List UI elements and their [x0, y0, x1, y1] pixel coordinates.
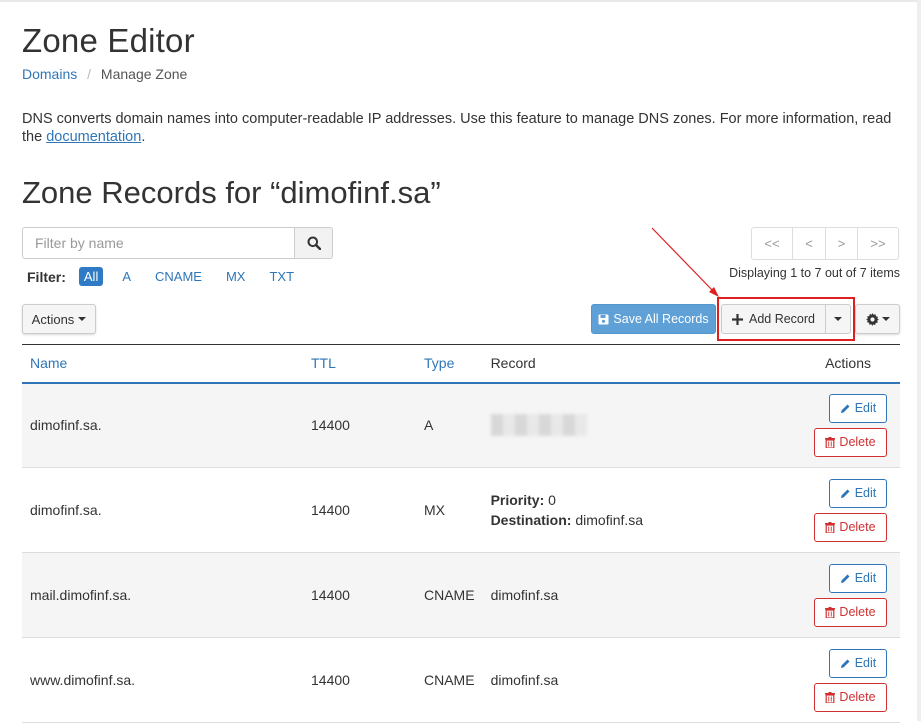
edit-button[interactable]: Edit: [829, 393, 887, 423]
column-header-name[interactable]: Name: [22, 344, 303, 384]
gear-icon: [865, 312, 879, 326]
redacted-ip: [490, 414, 587, 437]
priority-value: 0: [548, 492, 556, 508]
highlight-box: [717, 297, 855, 341]
column-header-type[interactable]: Type: [416, 344, 483, 384]
table-row: www.dimofinf.sa. 14400 CNAME dimofinf.sa…: [22, 637, 900, 723]
record-value: Priority: 0 Destination: dimofinf.sa: [482, 467, 801, 553]
actions-label: Actions: [31, 311, 75, 327]
top-border: [0, 0, 921, 2]
prev-page-button[interactable]: <: [792, 227, 826, 260]
delete-label: Delete: [839, 435, 876, 450]
scrollbar-track[interactable]: [917, 0, 921, 721]
record-type: CNAME: [416, 552, 483, 638]
delete-label: Delete: [839, 690, 876, 704]
table-row: dimofinf.sa. 14400 MX Priority: 0 Destin…: [22, 467, 900, 553]
edit-button[interactable]: Edit: [829, 478, 887, 508]
displaying-count: Displaying 1 to 7 out of 7 items: [729, 266, 900, 280]
edit-label: Edit: [854, 571, 877, 585]
record-value: dimofinf.sa: [482, 552, 801, 638]
record-value: [482, 382, 801, 468]
table-row: dimofinf.sa. 14400 A Edit Delete: [22, 382, 900, 468]
record-ttl: 14400: [303, 552, 416, 638]
record-name: mail.dimofinf.sa.: [22, 552, 303, 638]
page-title: Zone Editor: [22, 22, 195, 59]
record-name: www.dimofinf.sa.: [22, 637, 303, 723]
edit-button[interactable]: Edit: [829, 648, 887, 678]
delete-button[interactable]: Delete: [814, 427, 887, 457]
column-header-record: Record: [482, 344, 801, 384]
caret-down-icon: [78, 317, 87, 321]
search-group: [22, 227, 333, 259]
edit-button[interactable]: Edit: [829, 563, 887, 593]
next-page-button[interactable]: >: [825, 227, 858, 260]
record-ttl: 14400: [303, 467, 416, 553]
edit-label: Edit: [854, 401, 877, 416]
pencil-icon: [840, 404, 850, 413]
first-page-button[interactable]: <<: [751, 227, 793, 260]
delete-label: Delete: [839, 520, 876, 534]
delete-button[interactable]: Delete: [814, 597, 887, 627]
filter-txt[interactable]: TXT: [264, 267, 299, 286]
search-button[interactable]: [294, 227, 333, 259]
table-header-row: Name TTL Type Record Actions: [22, 344, 900, 384]
trash-icon: [825, 436, 836, 448]
edit-label: Edit: [854, 486, 877, 500]
record-name: dimofinf.sa.: [22, 382, 303, 468]
last-page-button[interactable]: >>: [857, 227, 899, 260]
column-header-actions: Actions: [800, 344, 900, 384]
pencil-icon: [840, 489, 850, 498]
breadcrumb-current: Manage Zone: [100, 66, 188, 82]
pencil-icon: [840, 659, 850, 668]
breadcrumb-separator: /: [87, 66, 92, 82]
save-all-records-button[interactable]: Save All Records: [591, 304, 716, 334]
delete-button[interactable]: Delete: [814, 682, 887, 712]
save-icon: [598, 314, 609, 324]
record-type: CNAME: [416, 637, 483, 723]
trash-icon: [825, 521, 836, 533]
filter-cname[interactable]: CNAME: [150, 267, 207, 286]
destination-value: dimofinf.sa: [575, 512, 644, 528]
pagination: << < > >>: [751, 227, 899, 260]
search-input[interactable]: [22, 227, 294, 259]
filter-label: Filter:: [27, 268, 66, 285]
settings-dropdown-button[interactable]: [855, 304, 900, 334]
filter-a[interactable]: A: [117, 267, 136, 286]
record-ttl: 14400: [303, 637, 416, 723]
description-end: .: [141, 129, 146, 145]
breadcrumb-domains-link[interactable]: Domains: [22, 66, 77, 82]
filter-all[interactable]: All: [78, 267, 104, 286]
delete-button[interactable]: Delete: [814, 512, 887, 542]
description-text: DNS converts domain names into computer-…: [22, 111, 892, 145]
trash-icon: [825, 606, 836, 618]
record-type: MX: [416, 467, 483, 553]
search-icon: [307, 236, 321, 250]
save-label: Save All Records: [613, 312, 709, 326]
caret-down-icon: [881, 317, 890, 321]
pencil-icon: [840, 574, 850, 583]
column-header-ttl[interactable]: TTL: [303, 344, 416, 384]
record-name: dimofinf.sa.: [22, 467, 303, 553]
destination-label: Destination:: [490, 512, 572, 528]
edit-label: Edit: [854, 656, 877, 670]
zone-records-table: Name TTL Type Record Actions dimofinf.sa…: [22, 344, 900, 723]
priority-label: Priority:: [490, 492, 545, 508]
record-type: A: [416, 382, 483, 468]
table-row: mail.dimofinf.sa. 14400 CNAME dimofinf.s…: [22, 552, 900, 638]
documentation-link[interactable]: documentation: [46, 129, 141, 145]
page-description: DNS converts domain names into computer-…: [22, 110, 902, 146]
record-value: dimofinf.sa: [482, 637, 801, 723]
delete-label: Delete: [839, 605, 876, 619]
record-ttl: 14400: [303, 382, 416, 468]
zone-records-title: Zone Records for “dimofinf.sa”: [22, 175, 441, 210]
filter-bar: Filter: All A CNAME MX TXT: [27, 267, 313, 286]
filter-mx[interactable]: MX: [221, 267, 251, 286]
trash-icon: [825, 691, 836, 703]
breadcrumb: Domains / Manage Zone: [22, 66, 187, 82]
actions-dropdown-button[interactable]: Actions: [22, 304, 96, 334]
